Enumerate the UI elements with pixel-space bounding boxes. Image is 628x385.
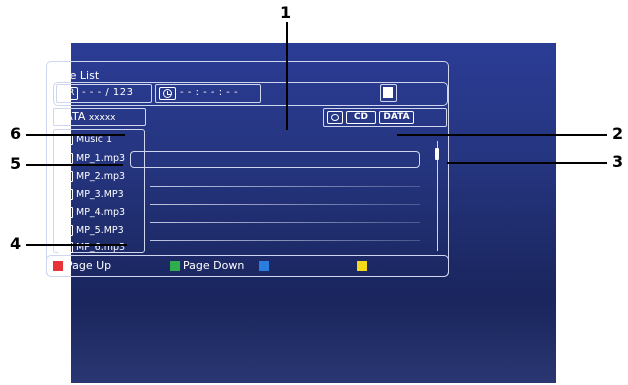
folder-name: DATA xxxxx: [57, 110, 115, 123]
panel-title: File List: [58, 69, 100, 82]
list-item[interactable]: MP_2.mp3: [58, 169, 144, 183]
callout-2: 2: [612, 124, 624, 143]
music-note-icon: [58, 205, 73, 218]
disc-tab[interactable]: [327, 111, 343, 124]
stop-icon: [383, 87, 393, 98]
page-down-label[interactable]: Page Down: [183, 259, 244, 272]
list-item-label: MP_5.MP3: [76, 225, 124, 236]
music-note-icon: [58, 223, 73, 236]
list-item[interactable]: MP_4.mp3: [58, 205, 144, 219]
list-item[interactable]: MP_6.mp3: [58, 240, 144, 254]
clock-icon: [159, 87, 176, 100]
red-key-icon: [53, 261, 63, 271]
callout-5-line: [26, 164, 123, 166]
diagram-stage: File List TR - - - / 123 - - : - - : - -…: [0, 0, 628, 385]
tab-cd[interactable]: CD: [346, 111, 376, 124]
track-count: - - - / 123: [82, 87, 134, 98]
screen-glow: [71, 303, 556, 383]
callout-4: 4: [10, 234, 22, 253]
elapsed-time: - - : - - : - -: [180, 87, 239, 98]
folder-name-suffix: xxxxx: [88, 113, 116, 123]
list-item-label: MP_6.mp3: [76, 242, 126, 253]
callout-5: 5: [10, 154, 22, 173]
callout-3: 3: [612, 152, 624, 171]
page-up-label[interactable]: Page Up: [66, 259, 111, 272]
list-item-label: MP_4.mp3: [76, 207, 126, 218]
tab-data[interactable]: DATA: [379, 111, 414, 124]
row-divider: [150, 204, 420, 205]
row-divider: [150, 222, 420, 223]
folder-name-label: DATA: [57, 110, 86, 123]
list-item-label: MP_3.MP3: [76, 189, 124, 200]
list-item[interactable]: MP_3.MP3: [58, 187, 144, 201]
callout-6: 6: [10, 124, 22, 143]
music-note-icon: [58, 169, 73, 182]
disc-icon: [331, 114, 339, 121]
callout-1: 1: [280, 3, 292, 22]
music-note-icon: [58, 187, 73, 200]
callout-6-line: [26, 134, 125, 136]
callout-2-line: [397, 134, 607, 136]
yellow-key-icon: [357, 261, 367, 271]
row-divider: [150, 186, 420, 187]
row-divider: [150, 240, 420, 241]
scrollbar-thumb[interactable]: [435, 148, 439, 160]
selection-cursor: [130, 151, 420, 168]
list-item[interactable]: MP_5.MP3: [58, 223, 144, 237]
blue-key-icon: [259, 261, 269, 271]
list-item-label: MP_2.mp3: [76, 171, 126, 182]
track-badge: TR: [59, 87, 78, 100]
callout-3-line: [447, 162, 607, 164]
callout-4-line: [26, 244, 127, 246]
music-note-icon: [58, 151, 73, 164]
green-key-icon: [170, 261, 180, 271]
callout-1-line: [286, 22, 288, 130]
